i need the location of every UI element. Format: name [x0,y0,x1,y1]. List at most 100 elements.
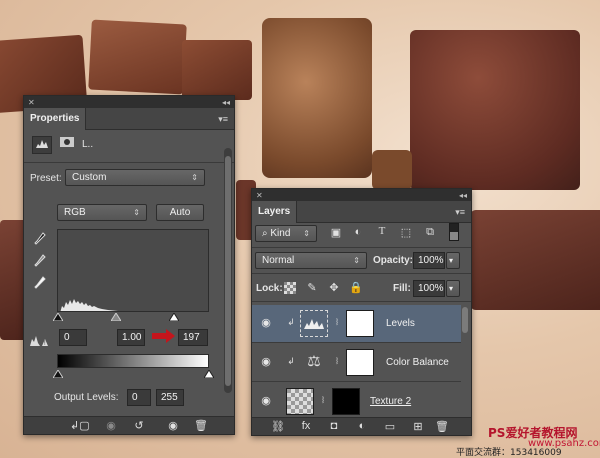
lock-image-pixels-brush-icon[interactable]: ✎ [304,281,320,294]
opacity-label: Opacity: [373,255,414,266]
properties-scroll-thumb[interactable] [225,156,231,386]
type-layer-filter-icon[interactable]: T [374,225,390,237]
preset-dropdown[interactable]: Custom ⇕ [65,169,205,186]
levels-adjustment-thumbnail[interactable] [300,310,328,337]
trash-icon[interactable]: 🗑 [192,419,210,432]
layer-mask-thumbnail[interactable] [346,310,374,337]
black-point-eyedropper-icon[interactable] [32,232,48,250]
visibility-eye-icon[interactable]: ◉ [258,316,274,330]
new-adjustment-layer-icon[interactable]: ◐ [354,420,370,432]
calculate-histogram-warning-icon[interactable]: ! [28,333,50,349]
panel-menu-icon[interactable]: ▾≡ [455,207,465,218]
chevron-updown-icon: ⇕ [133,208,140,217]
panel-titlebar[interactable]: ✕ ◂◂ [252,189,471,201]
layers-panel: ✕ ◂◂ Layers ▾≡ ⌕ Kind ⇕ ▣ ◐ T ⬚ ⧉ Normal… [251,188,472,436]
layer-mask-thumbnail[interactable] [346,349,374,376]
clip-to-layer-icon[interactable]: ↲▢ [70,419,90,432]
layer-row-color-balance[interactable]: ◉ ↲ ⚖ ⧘ Color Balance [252,344,461,382]
trash-icon[interactable]: 🗑 [434,420,450,433]
layer-name[interactable]: Levels [386,318,415,329]
layer-mask-icon[interactable] [57,136,77,154]
view-previous-state-icon[interactable]: ◉ [102,419,120,432]
cake-letter-block [88,19,187,95]
fill-field[interactable]: 100% [413,280,445,297]
panel-tabs: Properties ▾≡ [24,108,234,130]
layer-name[interactable]: Color Balance [386,357,449,368]
watermark-line3: 平面交流群： [456,448,511,458]
input-white-field[interactable]: 197 [178,329,208,346]
new-layer-icon[interactable]: ⊞ [410,420,426,433]
smart-object-filter-icon[interactable]: ⧉ [422,226,438,239]
auto-button[interactable]: Auto [156,204,204,221]
gray-point-eyedropper-icon[interactable] [32,254,48,272]
chain-link-icon[interactable]: ⧘ [332,317,342,328]
reset-icon[interactable]: ↺ [130,419,148,432]
white-output-slider[interactable] [203,369,215,379]
layer-style-fx-icon[interactable]: fx [298,420,314,432]
close-icon[interactable]: ✕ [28,98,35,107]
levels-adjustment-icon[interactable] [32,136,52,154]
black-input-slider[interactable] [52,312,64,322]
layers-scroll-thumb[interactable] [462,307,468,333]
cake-letter-block [470,210,600,310]
fill-label: Fill: [393,283,411,294]
output-gradient [57,354,209,368]
fill-dropdown-button[interactable]: ▾ [446,280,460,297]
properties-panel: ✕ ◂◂ Properties ▾≡ L.. Preset: Custom ⇕ … [23,95,235,435]
white-input-slider[interactable] [168,312,180,322]
pixel-layer-filter-icon[interactable]: ▣ [328,226,344,239]
chain-link-icon[interactable]: ⧘ [318,395,328,406]
black-output-slider[interactable] [52,369,64,379]
layer-mask-thumbnail[interactable] [332,388,360,415]
new-group-folder-icon[interactable]: ▭ [382,420,398,433]
collapse-icon[interactable]: ◂◂ [222,98,230,107]
chain-link-icon[interactable]: ⧘ [332,356,342,367]
filter-kind-value: Kind [270,228,291,239]
color-balance-scale-icon[interactable]: ⚖ [300,352,328,370]
input-gamma-field[interactable]: 1.00 [117,329,145,346]
watermark-line4: 153416009 [510,448,562,458]
panel-menu-icon[interactable]: ▾≡ [218,114,228,125]
visibility-eye-icon[interactable]: ◉ [164,419,182,432]
close-icon[interactable]: ✕ [256,191,263,200]
chevron-updown-icon: ⇕ [303,229,310,238]
gamma-input-slider[interactable] [110,312,122,322]
output-levels-label: Output Levels: [54,392,119,403]
texture-layer-thumbnail[interactable] [286,388,314,415]
properties-bottom-bar: ↲▢ ◉ ↺ ◉ 🗑 [24,416,234,434]
opacity-field[interactable]: 100% [413,252,445,269]
shape-layer-filter-icon[interactable]: ⬚ [398,226,414,239]
blend-mode-value: Normal [262,255,295,266]
add-mask-icon[interactable]: ◘ [326,420,342,432]
blend-mode-dropdown[interactable]: Normal ⇕ [255,252,367,269]
tab-layers[interactable]: Layers [252,201,298,223]
panel-titlebar[interactable]: ✕ ◂◂ [24,96,234,108]
lock-all-icon[interactable]: 🔒 [348,281,364,294]
collapse-icon[interactable]: ◂◂ [459,191,467,200]
filter-kind-dropdown[interactable]: ⌕ Kind ⇕ [255,225,317,242]
layer-name[interactable]: Texture 2 [370,396,411,407]
layer-row-levels[interactable]: ◉ ↲ ⧘ Levels [252,305,461,343]
filter-toggle-switch[interactable] [449,223,459,241]
visibility-eye-icon[interactable]: ◉ [258,355,274,369]
visibility-eye-icon[interactable]: ◉ [258,394,274,408]
link-layers-icon[interactable]: ⛓ [270,420,286,433]
white-point-eyedropper-icon[interactable] [32,276,48,294]
lock-transparent-pixels-icon[interactable] [284,282,296,294]
lock-position-move-icon[interactable]: ✥ [326,281,342,294]
levels-histogram [57,229,209,312]
layer-row-texture-2[interactable]: ◉ ⧘ Texture 2 [252,383,461,421]
tab-properties[interactable]: Properties [24,108,87,130]
adjustment-layer-filter-icon[interactable]: ◐ [350,226,366,238]
lock-label: Lock: [256,283,283,294]
output-white-field[interactable]: 255 [156,389,184,406]
red-arrow-annotation-icon [152,328,176,344]
input-black-field[interactable]: 0 [59,329,87,346]
channel-dropdown[interactable]: RGB ⇕ [57,204,147,221]
clipping-arrow-icon: ↲ [287,356,295,366]
chevron-updown-icon: ⇕ [353,256,360,265]
output-black-field[interactable]: 0 [127,389,151,406]
adjustment-name: L.. [82,139,94,150]
opacity-dropdown-button[interactable]: ▾ [446,252,460,269]
preset-value: Custom [72,172,107,183]
